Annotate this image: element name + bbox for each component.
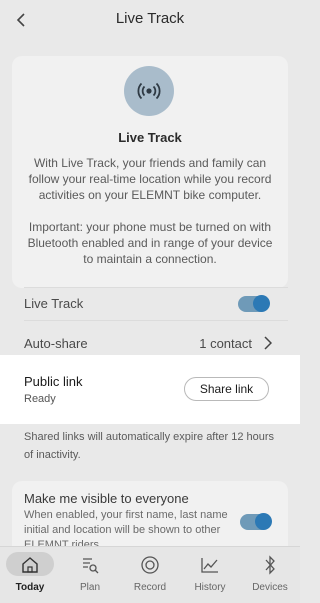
live-track-toggle[interactable] [238, 295, 270, 312]
tab-label: History [194, 582, 226, 593]
toggle-knob [253, 295, 270, 312]
share-link-button[interactable]: Share link [184, 377, 269, 401]
toggle-knob [255, 513, 272, 530]
public-link-row: Public link Ready Share link [0, 355, 300, 424]
header: Live Track [0, 0, 300, 40]
home-icon [19, 554, 41, 576]
auto-share-label: Auto-share [24, 336, 88, 351]
plan-icon [79, 554, 101, 576]
page-title: Live Track [115, 10, 185, 27]
tab-devices[interactable]: Devices [240, 547, 300, 603]
divider [24, 320, 288, 321]
public-link-status: Ready [24, 393, 56, 405]
visibility-toggle[interactable] [240, 513, 272, 530]
divider [24, 287, 288, 288]
info-card-title: Live Track [118, 130, 182, 145]
history-icon [199, 554, 221, 576]
chevron-right-icon [264, 336, 272, 350]
bottom-tab-bar: Today Plan Record History Devices [0, 546, 300, 603]
tab-record[interactable]: Record [120, 547, 180, 603]
record-icon [139, 554, 161, 576]
tab-today[interactable]: Today [0, 547, 60, 603]
tab-label: Record [133, 582, 167, 593]
tab-label: Plan [79, 582, 100, 593]
live-track-info-card: Live Track With Live Track, your friends… [12, 56, 288, 288]
auto-share-value: 1 contact [199, 336, 252, 351]
tab-label: Today [15, 582, 45, 593]
bluetooth-broadcast-icon [124, 66, 174, 116]
expire-note: Shared links will automatically expire a… [24, 431, 275, 461]
public-link-label: Public link [24, 374, 83, 389]
info-important-note: Important: your phone must be turned on … [27, 220, 273, 266]
tab-history[interactable]: History [180, 547, 240, 603]
live-track-toggle-label: Live Track [24, 296, 84, 311]
bluetooth-icon [259, 554, 281, 576]
tab-plan[interactable]: Plan [60, 547, 120, 603]
tab-label: Devices [252, 582, 288, 593]
info-description: With Live Track, your friends and family… [28, 156, 272, 202]
visibility-title: Make me visible to everyone [24, 491, 189, 506]
